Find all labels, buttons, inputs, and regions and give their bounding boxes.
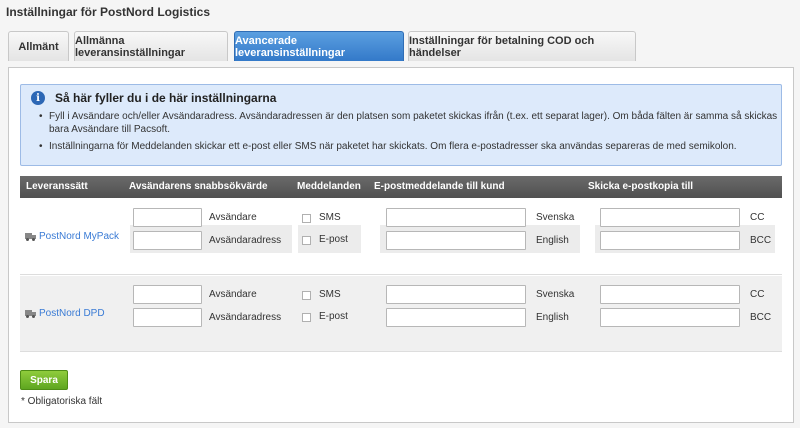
bcc-label: BCC xyxy=(750,312,772,323)
language-english-label: English xyxy=(536,235,569,246)
sms-label: SMS xyxy=(319,212,341,223)
email-checkbox[interactable] xyxy=(302,236,311,245)
info-bullet: Fyll i Avsändare och/eller Avsändaradres… xyxy=(39,110,779,136)
tab-general-delivery-settings[interactable]: Allmänna leveransinställningar xyxy=(74,31,228,61)
table-header: Leveranssätt Avsändarens snabbsökvärde M… xyxy=(20,176,782,198)
sender-label: Avsändare xyxy=(209,289,257,300)
cc-input[interactable] xyxy=(600,285,740,304)
customer-email-english-input[interactable] xyxy=(386,308,526,327)
column-header-sender-search-value: Avsändarens snabbsökvärde xyxy=(129,181,268,192)
delivery-method-label: PostNord DPD xyxy=(39,308,105,319)
delivery-method-link[interactable]: PostNord MyPack xyxy=(25,231,119,242)
delivery-method-link[interactable]: PostNord DPD xyxy=(25,308,105,319)
sms-checkbox[interactable] xyxy=(302,214,311,223)
page-title: Inställningar för PostNord Logistics xyxy=(6,5,211,19)
required-fields-note: * Obligatoriska fält xyxy=(21,396,103,407)
column-header-email-copy: Skicka e-postkopia till xyxy=(588,181,694,192)
info-icon: i xyxy=(31,91,45,105)
column-header-customer-email: E-postmeddelande till kund xyxy=(374,181,505,192)
sender-label: Avsändare xyxy=(209,212,257,223)
sender-address-input[interactable] xyxy=(133,231,202,250)
sender-address-label: Avsändaradress xyxy=(209,235,282,246)
truck-icon xyxy=(25,232,36,241)
tab-cod-payment-events[interactable]: Inställningar för betalning COD och händ… xyxy=(408,31,636,61)
settings-panel: i Så här fyller du i de här inställninga… xyxy=(8,67,794,423)
table-row: PostNord MyPack Avsändare Avsändaradress… xyxy=(20,199,782,275)
sender-input[interactable] xyxy=(133,208,202,227)
tab-advanced-delivery-settings[interactable]: Avancerade leveransinställningar xyxy=(234,31,404,61)
bcc-input[interactable] xyxy=(600,231,740,250)
language-swedish-label: Svenska xyxy=(536,289,575,300)
cc-input[interactable] xyxy=(600,208,740,227)
delivery-method-label: PostNord MyPack xyxy=(39,231,120,242)
cc-label: CC xyxy=(750,289,765,300)
truck-icon xyxy=(25,309,36,318)
email-checkbox[interactable] xyxy=(302,313,311,322)
email-label: E-post xyxy=(319,311,348,322)
info-bullet: Inställningarna för Meddelanden skickar … xyxy=(39,140,779,153)
sender-input[interactable] xyxy=(133,285,202,304)
language-swedish-label: Svenska xyxy=(536,212,575,223)
customer-email-english-input[interactable] xyxy=(386,231,526,250)
sender-address-input[interactable] xyxy=(133,308,202,327)
sms-label: SMS xyxy=(319,289,341,300)
sender-address-label: Avsändaradress xyxy=(209,312,282,323)
info-title: Så här fyller du i de här inställningarn… xyxy=(55,91,277,105)
save-button[interactable]: Spara xyxy=(20,370,68,390)
bcc-label: BCC xyxy=(750,235,772,246)
customer-email-swedish-input[interactable] xyxy=(386,285,526,304)
info-box: i Så här fyller du i de här inställninga… xyxy=(20,84,782,166)
tab-general[interactable]: Allmänt xyxy=(8,31,69,61)
column-header-notifications: Meddelanden xyxy=(297,181,361,192)
bcc-input[interactable] xyxy=(600,308,740,327)
email-label: E-post xyxy=(319,234,348,245)
column-header-delivery-method: Leveranssätt xyxy=(26,181,88,192)
language-english-label: English xyxy=(536,312,569,323)
cc-label: CC xyxy=(750,212,765,223)
info-list: Fyll i Avsändare och/eller Avsändaradres… xyxy=(39,110,779,157)
sms-checkbox[interactable] xyxy=(302,291,311,300)
customer-email-swedish-input[interactable] xyxy=(386,208,526,227)
table-row: PostNord DPD Avsändare Avsändaradress SM… xyxy=(20,276,782,352)
